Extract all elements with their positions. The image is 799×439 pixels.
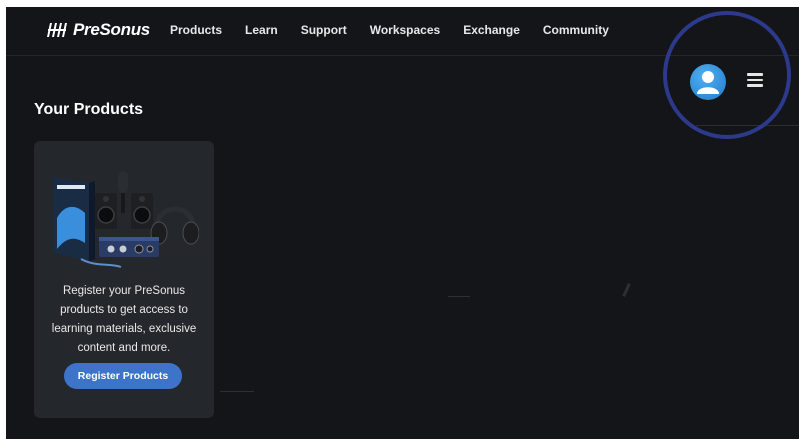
- header-divider: [696, 125, 799, 126]
- page-title: Your Products: [34, 101, 144, 118]
- background-speck: [448, 296, 470, 297]
- top-navigation-bar: PreSonus Products Learn Support Workspac…: [6, 7, 799, 56]
- presonus-product-bundle-image: [53, 171, 199, 268]
- register-products-button[interactable]: Register Products: [64, 363, 182, 389]
- hamburger-menu-icon: [747, 84, 763, 87]
- nav-item-workspaces[interactable]: Workspaces: [370, 23, 440, 37]
- main-nav: Products Learn Support Workspaces Exchan…: [170, 23, 632, 37]
- nav-item-products[interactable]: Products: [170, 23, 222, 37]
- nav-item-support[interactable]: Support: [301, 23, 347, 37]
- presonus-logo[interactable]: PreSonus: [46, 20, 150, 40]
- nav-item-exchange[interactable]: Exchange: [463, 23, 520, 37]
- hamburger-menu-icon: [747, 78, 763, 81]
- hamburger-menu-icon: [747, 73, 763, 76]
- app-window: PreSonus Products Learn Support Workspac…: [6, 7, 799, 439]
- nav-item-community[interactable]: Community: [543, 23, 609, 37]
- register-products-card: Register your PreSonus products to get a…: [34, 141, 214, 418]
- background-speck: [220, 391, 254, 392]
- background-speck: [622, 283, 631, 297]
- brand-name: PreSonus: [73, 20, 150, 39]
- user-avatar-icon: [697, 71, 719, 94]
- hamburger-menu-button[interactable]: [745, 70, 765, 90]
- nav-item-learn[interactable]: Learn: [245, 23, 278, 37]
- user-actions: [690, 62, 799, 108]
- presonus-logo-icon: [47, 23, 67, 37]
- user-avatar-button[interactable]: [690, 64, 726, 100]
- register-description: Register your PreSonus products to get a…: [51, 285, 197, 354]
